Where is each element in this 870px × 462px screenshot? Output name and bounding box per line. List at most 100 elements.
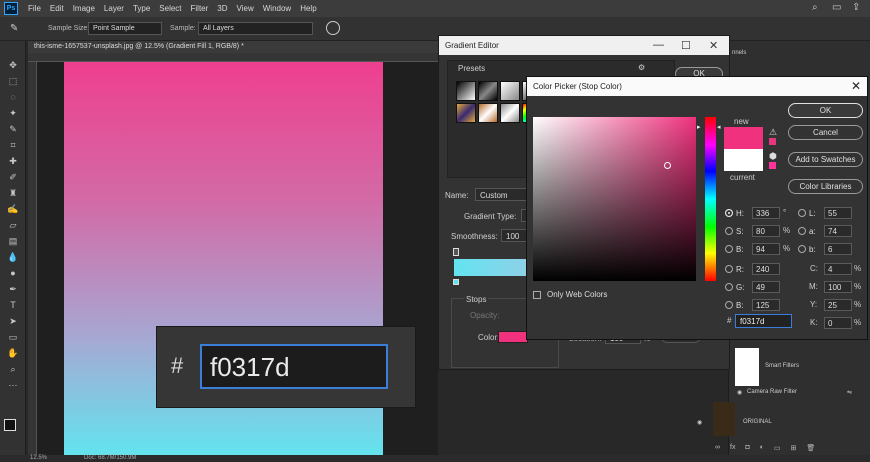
hand-tool-icon[interactable]: ✋ bbox=[6, 347, 20, 359]
presets-gear-icon[interactable]: ⚙ bbox=[638, 63, 645, 72]
menu-3d[interactable]: 3D bbox=[217, 4, 227, 13]
hex-input[interactable]: f0317d bbox=[735, 314, 792, 328]
opacity-stop-marker[interactable] bbox=[453, 248, 459, 256]
menu-file[interactable]: File bbox=[28, 4, 41, 13]
sample-size-select[interactable]: Point Sample bbox=[88, 22, 162, 35]
blue-input[interactable]: 125 bbox=[752, 299, 780, 311]
web-safe-color-swatch[interactable] bbox=[769, 162, 776, 169]
smart-filter-thumbnail[interactable] bbox=[735, 348, 759, 386]
preset-swatch[interactable] bbox=[500, 81, 520, 101]
ok-button[interactable]: OK bbox=[788, 103, 863, 118]
color-libraries-button[interactable]: Color Libraries bbox=[788, 179, 863, 194]
add-to-swatches-button[interactable]: Add to Swatches bbox=[788, 152, 863, 167]
magenta-input[interactable]: 100 bbox=[824, 281, 852, 293]
current-color-swatch[interactable] bbox=[724, 149, 763, 171]
history-brush-icon[interactable]: ✍ bbox=[6, 203, 20, 215]
smoothness-input[interactable]: 100 bbox=[501, 229, 527, 242]
brush-tool-icon[interactable]: ✐ bbox=[6, 171, 20, 183]
menu-help[interactable]: Help bbox=[300, 4, 316, 13]
fx-icon[interactable]: fx bbox=[730, 444, 735, 454]
eraser-tool-icon[interactable]: ▱ bbox=[6, 219, 20, 231]
menu-type[interactable]: Type bbox=[133, 4, 150, 13]
blue-radio[interactable] bbox=[725, 301, 733, 309]
photoshop-logo[interactable]: Ps bbox=[4, 2, 18, 15]
eyedropper-tool-icon[interactable]: ✎ bbox=[6, 123, 20, 135]
menu-layer[interactable]: Layer bbox=[104, 4, 124, 13]
color-picker-cursor[interactable] bbox=[664, 162, 671, 169]
hex-input-zoomed[interactable]: f0317d bbox=[200, 344, 388, 389]
cyan-input[interactable]: 4 bbox=[824, 263, 852, 275]
healing-tool-icon[interactable]: ✚ bbox=[6, 155, 20, 167]
original-layer-name[interactable]: ORIGINAL bbox=[743, 419, 772, 425]
red-input[interactable]: 240 bbox=[752, 263, 780, 275]
sample-select[interactable]: All Layers bbox=[198, 22, 313, 35]
type-tool-icon[interactable]: T bbox=[6, 299, 20, 311]
lab-l-input[interactable]: 55 bbox=[824, 207, 852, 219]
maximize-icon[interactable]: ☐ bbox=[681, 39, 691, 52]
cancel-button[interactable]: Cancel bbox=[788, 125, 863, 140]
dodge-tool-icon[interactable]: ● bbox=[6, 267, 20, 279]
hue-radio[interactable] bbox=[725, 209, 733, 217]
web-safe-warning-icon[interactable]: ⬢ bbox=[769, 151, 777, 162]
close-icon[interactable]: ✕ bbox=[709, 39, 718, 52]
yellow-input[interactable]: 25 bbox=[824, 299, 852, 311]
shape-tool-icon[interactable]: ▭ bbox=[6, 331, 20, 343]
lab-b-input[interactable]: 6 bbox=[824, 243, 852, 255]
zoom-level[interactable]: 12.5% bbox=[30, 455, 47, 461]
workspace-icon[interactable]: ▭ bbox=[832, 2, 841, 13]
saturation-input[interactable]: 80 bbox=[752, 225, 780, 237]
hue-slider-left-arrow[interactable]: ▸ bbox=[697, 123, 701, 131]
stop-color-swatch[interactable] bbox=[498, 331, 528, 343]
crop-tool-icon[interactable]: ⌗ bbox=[6, 139, 20, 151]
preset-swatch[interactable] bbox=[500, 103, 520, 123]
gradient-preview-bar[interactable] bbox=[454, 259, 528, 276]
blur-tool-icon[interactable]: 💧 bbox=[6, 251, 20, 263]
preset-swatch[interactable] bbox=[478, 103, 498, 123]
preset-swatch[interactable] bbox=[456, 81, 476, 101]
mask-icon[interactable]: ◘ bbox=[745, 444, 749, 454]
only-web-colors-checkbox[interactable] bbox=[533, 290, 541, 299]
quick-select-tool-icon[interactable]: ✦ bbox=[6, 107, 20, 119]
green-input[interactable]: 49 bbox=[752, 281, 780, 293]
camera-raw-label[interactable]: Camera Raw Filter bbox=[747, 389, 797, 395]
stamp-tool-icon[interactable]: ♜ bbox=[6, 187, 20, 199]
brightness-input[interactable]: 94 bbox=[752, 243, 780, 255]
eyedropper-icon[interactable]: ✎ bbox=[10, 23, 18, 34]
red-radio[interactable] bbox=[725, 265, 733, 273]
menu-filter[interactable]: Filter bbox=[191, 4, 209, 13]
pen-tool-icon[interactable]: ✒ bbox=[6, 283, 20, 295]
gradient-tool-icon[interactable]: ▤ bbox=[6, 235, 20, 247]
minimize-icon[interactable]: — bbox=[653, 39, 664, 51]
only-web-colors-option[interactable]: Only Web Colors bbox=[533, 290, 607, 299]
name-input[interactable]: Custom bbox=[475, 188, 529, 201]
color-stop-marker[interactable] bbox=[453, 279, 459, 285]
search-icon[interactable]: ⌕ bbox=[812, 2, 818, 13]
foreground-color-swatch[interactable] bbox=[4, 419, 16, 431]
more-tools-icon[interactable]: ⋯ bbox=[6, 379, 20, 391]
lasso-tool-icon[interactable]: ◌ bbox=[6, 91, 20, 103]
close-icon[interactable]: ✕ bbox=[851, 79, 861, 93]
group-icon[interactable]: ▭ bbox=[774, 444, 781, 454]
new-layer-icon[interactable]: ⊞ bbox=[791, 444, 797, 454]
lab-l-radio[interactable] bbox=[798, 209, 806, 217]
saturation-radio[interactable] bbox=[725, 227, 733, 235]
channels-tab[interactable]: nnels bbox=[732, 50, 746, 56]
menu-view[interactable]: View bbox=[237, 4, 254, 13]
marquee-tool-icon[interactable]: ⬚ bbox=[6, 75, 20, 87]
zoom-tool-icon[interactable]: ⌕ bbox=[6, 363, 20, 375]
hue-input[interactable]: 336 bbox=[752, 207, 780, 219]
sample-ring-icon[interactable] bbox=[326, 21, 340, 35]
adjustment-icon[interactable]: ◐ bbox=[760, 444, 764, 454]
black-input[interactable]: 0 bbox=[824, 317, 852, 329]
menu-window[interactable]: Window bbox=[263, 4, 291, 13]
lab-a-input[interactable]: 74 bbox=[824, 225, 852, 237]
link-icon[interactable]: ∞ bbox=[715, 444, 720, 454]
document-tab[interactable]: this-isme-1657537-unsplash.jpg @ 12.5% (… bbox=[28, 41, 438, 53]
brightness-radio[interactable] bbox=[725, 245, 733, 253]
preset-swatch[interactable] bbox=[456, 103, 476, 123]
hue-slider-right-arrow[interactable]: ◂ bbox=[717, 123, 721, 131]
saturation-brightness-field[interactable] bbox=[533, 117, 696, 281]
move-tool-icon[interactable]: ✥ bbox=[6, 59, 20, 71]
menu-select[interactable]: Select bbox=[159, 4, 181, 13]
green-radio[interactable] bbox=[725, 283, 733, 291]
